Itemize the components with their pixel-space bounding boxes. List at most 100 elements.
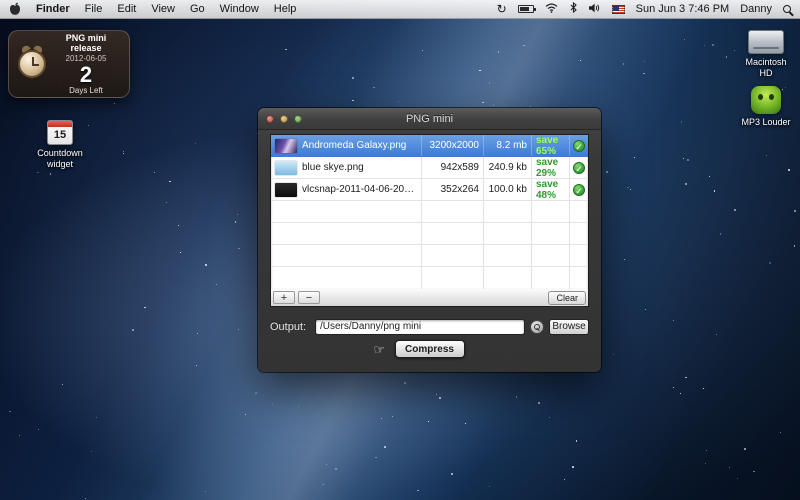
wifi-icon[interactable] [545, 3, 558, 16]
calendar-widget[interactable]: 15 Countdown widget [28, 120, 92, 170]
file-save-percent: save 29% [532, 157, 570, 178]
star [238, 248, 239, 249]
star [705, 463, 706, 464]
table-row-empty[interactable] [271, 267, 588, 289]
input-language-flag-icon[interactable] [612, 5, 625, 14]
menu-item-file[interactable]: File [85, 3, 103, 15]
countdown-days-label: Days Left [49, 86, 123, 95]
file-name: blue skye.png [302, 162, 364, 173]
star [422, 50, 423, 51]
output-label: Output: [270, 321, 310, 333]
volume-icon[interactable] [589, 3, 601, 16]
add-file-button[interactable]: + [273, 291, 295, 304]
star [794, 210, 796, 212]
window-title: PNG mini [406, 113, 453, 125]
time-machine-icon[interactable]: ↻ [497, 3, 507, 15]
star [272, 404, 273, 405]
file-size: 8.2 mb [484, 135, 532, 156]
user-menu[interactable]: Danny [740, 3, 772, 15]
star [322, 484, 324, 486]
star [352, 100, 354, 102]
star [766, 155, 767, 156]
countdown-title: PNG mini release [49, 33, 123, 54]
star [9, 411, 10, 412]
clear-button[interactable]: Clear [548, 291, 586, 305]
bluetooth-icon[interactable] [569, 2, 578, 16]
file-dimensions: 942x589 [422, 157, 484, 178]
menu-item-window[interactable]: Window [220, 3, 259, 15]
star [673, 387, 674, 388]
menu-item-help[interactable]: Help [274, 3, 297, 15]
menu-item-finder[interactable]: Finder [36, 3, 70, 15]
star [685, 183, 686, 184]
star [169, 181, 170, 182]
star [493, 104, 494, 105]
star [195, 143, 196, 144]
star [576, 440, 578, 442]
star [85, 498, 86, 499]
table-row-empty[interactable] [271, 223, 588, 245]
spotlight-search-icon[interactable] [783, 5, 791, 13]
window-titlebar[interactable]: PNG mini [258, 108, 601, 130]
close-window-button[interactable] [266, 115, 274, 123]
star [489, 486, 490, 487]
star [465, 423, 466, 424]
menu-item-view[interactable]: View [151, 3, 175, 15]
star [235, 221, 237, 223]
menu-item-edit[interactable]: Edit [117, 3, 136, 15]
remove-file-button[interactable]: − [298, 291, 320, 304]
star [623, 63, 625, 65]
browse-button[interactable]: Browse [549, 319, 589, 335]
star [684, 39, 685, 40]
star [91, 451, 92, 452]
star [132, 329, 134, 331]
star [580, 60, 581, 61]
star [19, 435, 20, 436]
star [352, 77, 354, 79]
star [549, 417, 550, 418]
desktop-icon-macintosh-hd[interactable]: Macintosh HD [732, 30, 800, 79]
output-path-input[interactable] [315, 319, 525, 335]
reveal-in-finder-icon[interactable] [530, 320, 544, 334]
alarm-clock-icon [15, 50, 49, 78]
star [734, 209, 736, 211]
star [37, 172, 39, 174]
zoom-window-button[interactable] [294, 115, 302, 123]
menu-item-go[interactable]: Go [190, 3, 205, 15]
star [680, 393, 682, 395]
star [428, 421, 429, 422]
star [154, 172, 155, 173]
compress-button[interactable]: Compress [395, 340, 465, 358]
star [714, 190, 716, 192]
star [384, 446, 386, 448]
menu-clock[interactable]: Sun Jun 3 7:46 PM [636, 3, 730, 15]
star [516, 396, 517, 397]
star [683, 158, 684, 159]
table-row[interactable]: vlcsnap-2011-04-06-20h40m36s165.png 352x… [271, 179, 588, 201]
file-thumbnail [275, 161, 297, 175]
star [673, 320, 674, 321]
file-size: 240.9 kb [484, 157, 532, 178]
table-row[interactable]: blue skye.png 942x589 240.9 kb save 29% … [271, 157, 588, 179]
file-name: vlcsnap-2011-04-06-20h40m36s165.png [302, 184, 417, 195]
star [326, 464, 327, 465]
star [404, 382, 405, 383]
star [205, 264, 206, 265]
apple-menu-icon[interactable] [9, 2, 21, 16]
star [451, 473, 453, 475]
hard-drive-icon [748, 30, 784, 54]
star [645, 309, 647, 311]
desktop-icon-mp3-louder[interactable]: MP3 Louder [732, 86, 800, 128]
star [716, 334, 717, 335]
table-row-empty[interactable] [271, 201, 588, 223]
table-row[interactable]: Andromeda Galaxy.png 3200x2000 8.2 mb sa… [271, 135, 588, 157]
battery-icon[interactable] [518, 5, 534, 13]
star [298, 406, 299, 407]
table-row-empty[interactable] [271, 245, 588, 267]
star [744, 448, 746, 450]
star [498, 51, 500, 53]
star [482, 102, 484, 104]
star [417, 490, 419, 492]
countdown-widget[interactable]: PNG mini release 2012-06-05 2 Days Left [8, 30, 130, 98]
minimize-window-button[interactable] [280, 115, 288, 123]
